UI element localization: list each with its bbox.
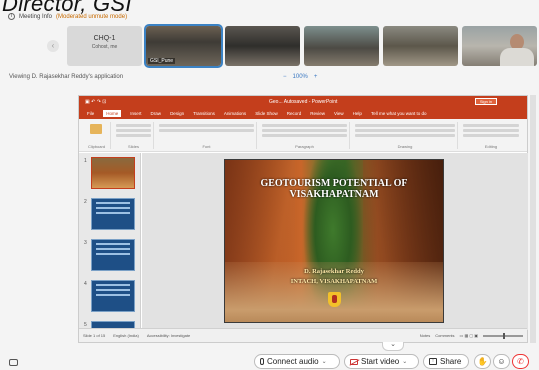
ppt-ribbon: Clipboard Slides Font Paragraph Drawing …: [79, 119, 527, 152]
zoom-slider: [483, 332, 523, 339]
ppt-tab: View: [333, 111, 344, 116]
meeting-info[interactable]: i Meeting Info (Moderated unmute mode): [8, 13, 127, 20]
person-image: [500, 48, 534, 66]
participant-caption: GSI_Pune: [148, 58, 176, 64]
language: English (India): [113, 333, 139, 338]
share-label: Share: [440, 357, 462, 366]
participant-tile[interactable]: [304, 26, 379, 66]
slide-thumbnail-current: 1: [84, 157, 135, 189]
ppt-tell-me: Tell me what you want to do: [370, 111, 427, 116]
paste-icon: [90, 124, 102, 134]
ppt-tab: Draw: [150, 111, 162, 116]
slide-thumbnails: 1 2 3 4 5: [79, 153, 141, 330]
ppt-tab: Insert: [130, 111, 142, 116]
participant-name: CHQ-1: [93, 35, 116, 42]
participant-tile[interactable]: [225, 26, 300, 66]
ppt-tab: File: [87, 111, 95, 116]
current-slide: GEOTOURISM POTENTIAL OF VISAKHAPATNAM D.…: [224, 159, 444, 323]
ribbon-group-font: Font: [157, 122, 257, 149]
slide-thumbnail: 4: [84, 280, 135, 312]
chevron-left-icon[interactable]: ‹: [47, 40, 59, 52]
chevron-down-icon[interactable]: ⌄: [402, 358, 407, 365]
reactions-button[interactable]: ☺: [493, 354, 510, 369]
ppt-tab: Design: [170, 111, 185, 116]
slide-count: Slide 1 of 15: [83, 333, 106, 338]
ribbon-group-slides: Slides: [114, 122, 154, 149]
info-icon: i: [8, 13, 15, 20]
notes-label: Notes: [419, 333, 431, 338]
share-button[interactable]: ↑ Share: [423, 354, 469, 369]
ppt-tab: Help: [352, 111, 362, 116]
zoom-in-button[interactable]: +: [314, 74, 318, 80]
shared-screen-powerpoint: ▣ ↶ ↷ ⊡ Geo... Autosaved - PowerPoint Si…: [78, 95, 528, 343]
ppt-sign-in-button: Sign in: [475, 98, 497, 105]
connect-audio-button[interactable]: Connect audio ⌄: [254, 354, 340, 369]
ppt-title-bar: ▣ ↶ ↷ ⊡ Geo... Autosaved - PowerPoint Si…: [79, 96, 527, 108]
start-video-label: Start video: [361, 357, 400, 366]
ppt-ribbon-tabs: File Home Insert Draw Design Transitions…: [79, 108, 527, 119]
participant-tile-self[interactable]: CHQ-1 Cohost, me: [67, 26, 142, 66]
ribbon-group-clipboard: Clipboard: [83, 122, 111, 149]
share-screen-icon: ↑: [429, 358, 437, 365]
phone-icon: ✆: [517, 357, 524, 366]
leave-button[interactable]: ✆: [512, 354, 529, 369]
comments-label: Comments: [435, 333, 455, 338]
meeting-controls: Connect audio ⌄ Start video ⌄ ↑ Share ✋ …: [0, 351, 539, 370]
intach-logo-icon: [328, 292, 341, 307]
microphone-icon: [260, 358, 264, 365]
video-off-icon: [350, 358, 358, 365]
ppt-tab-active: Home: [103, 110, 122, 117]
ppt-document-title: Geo... Autosaved - PowerPoint: [269, 99, 338, 105]
participant-tile[interactable]: [383, 26, 458, 66]
view-icons: ▭ ▦ ▢ ▣: [459, 333, 478, 338]
ppt-tab: Transitions: [193, 111, 215, 116]
slide-title: GEOTOURISM POTENTIAL OF VISAKHAPATNAM: [260, 178, 408, 200]
participant-role: Cohost, me: [91, 44, 118, 50]
chat-icon[interactable]: [9, 359, 18, 366]
viewing-label: Viewing D. Rajasekhar Reddy's applicatio…: [9, 74, 124, 80]
ribbon-group-paragraph: Paragraph: [260, 122, 350, 149]
chevron-down-icon[interactable]: ⌄: [382, 341, 404, 351]
zoom-control: − 100% +: [283, 74, 317, 80]
ribbon-group-editing: Editing: [461, 122, 521, 149]
meeting-info-label: Meeting Info: [19, 13, 53, 20]
slide-thumbnail: 3: [84, 239, 135, 271]
zoom-value: 100%: [292, 74, 308, 80]
raise-hand-button[interactable]: ✋: [474, 354, 491, 369]
start-video-button[interactable]: Start video ⌄: [344, 354, 419, 369]
accessibility-status: Accessibility: Investigate: [146, 333, 191, 338]
slide-thumbnail: 2: [84, 198, 135, 230]
meeting-mode: (Moderated unmute mode): [56, 13, 128, 20]
emoji-icon: ☺: [497, 357, 506, 366]
chevron-down-icon[interactable]: ⌄: [322, 358, 327, 365]
zoom-out-button[interactable]: −: [283, 74, 287, 80]
connect-audio-label: Connect audio: [267, 357, 319, 366]
slide-canvas: GEOTOURISM POTENTIAL OF VISAKHAPATNAM D.…: [142, 153, 528, 330]
ppt-status-bar: Slide 1 of 15 English (India) Accessibil…: [79, 328, 527, 342]
hand-icon: ✋: [477, 357, 488, 366]
ppt-tab: Record: [286, 111, 302, 116]
ribbon-group-drawing: Drawing: [353, 122, 458, 149]
ppt-tab: Slide Show: [255, 111, 278, 116]
slide-author: D. Rajasekhar Reddy: [304, 268, 364, 275]
ppt-tab: Animations: [223, 111, 247, 116]
participant-tile-speaker[interactable]: [462, 26, 537, 66]
participant-tile-gsi-pune[interactable]: GSI_Pune: [144, 24, 223, 68]
slide-organization: INTACH, VISAKHAPATNAM: [290, 278, 378, 285]
ppt-tab: Review: [310, 111, 325, 116]
share-scrollbar[interactable]: [530, 95, 536, 343]
ppt-quick-access: ▣ ↶ ↷ ⊡: [85, 99, 107, 105]
